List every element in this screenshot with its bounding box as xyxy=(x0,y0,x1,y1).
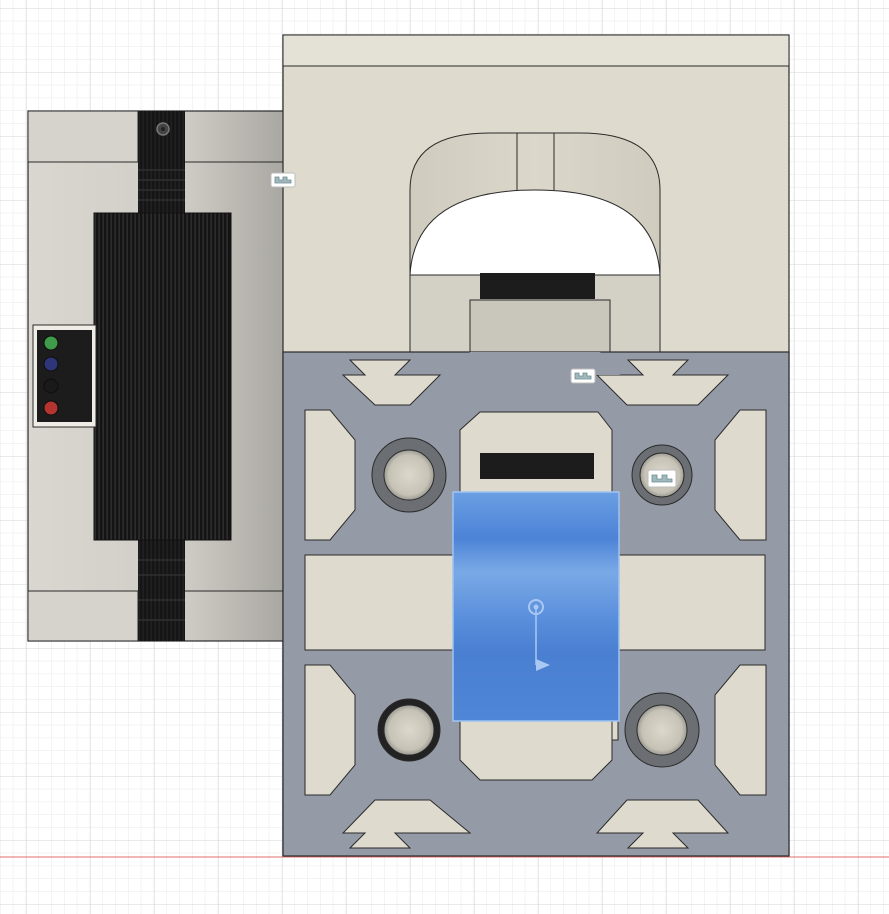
bore-bottom-right xyxy=(624,692,700,768)
red-led xyxy=(43,400,59,416)
black-led xyxy=(43,378,59,394)
cad-viewport[interactable] xyxy=(0,0,889,914)
electronics-box[interactable] xyxy=(27,110,285,642)
model-canvas[interactable] xyxy=(0,0,889,914)
bore-top-left xyxy=(371,437,447,513)
green-led xyxy=(43,335,59,351)
led-panel xyxy=(32,324,97,428)
heatsink xyxy=(93,212,232,541)
bore-bottom-left xyxy=(377,698,441,762)
connector-slot xyxy=(480,273,595,299)
joint-marker-top[interactable] xyxy=(570,368,596,384)
joint-marker-bore[interactable] xyxy=(647,469,677,488)
blue-led xyxy=(43,356,59,372)
connector-slot-lower xyxy=(480,453,594,479)
selected-face[interactable] xyxy=(452,491,620,722)
joint-marker-left[interactable] xyxy=(270,172,296,188)
